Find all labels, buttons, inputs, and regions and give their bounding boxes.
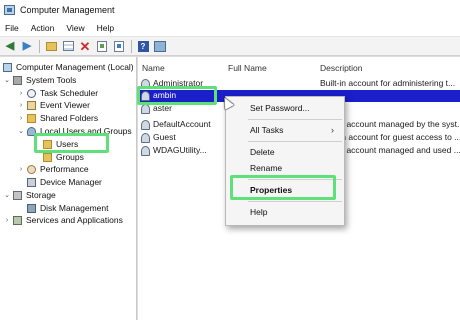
tree-label: Task Scheduler (40, 88, 99, 98)
menu-bar: File Action View Help (0, 20, 460, 37)
user-icon (141, 104, 150, 114)
export-list-icon[interactable] (112, 39, 126, 53)
device-manager-icon (27, 177, 36, 187)
user-icon (141, 133, 150, 143)
toolbar: ◀ ▶ ✕ ? (0, 37, 460, 56)
user-name: Guest (153, 132, 176, 142)
menu-separator (248, 119, 342, 120)
menu-file[interactable]: File (5, 23, 19, 33)
column-header-full-name[interactable]: Full Name (228, 63, 267, 73)
tools-icon (13, 75, 22, 85)
console-icon[interactable] (153, 39, 167, 53)
tree-label: Services and Applications (26, 215, 123, 225)
tree-label: System Tools (26, 75, 77, 85)
computer-icon (3, 62, 12, 72)
menu-separator (248, 201, 342, 202)
tree-label: Device Manager (40, 177, 102, 187)
menu-help[interactable]: Help (97, 23, 114, 33)
tree-item-storage[interactable]: ⌄ Storage (3, 189, 56, 201)
delete-icon[interactable]: ✕ (78, 39, 92, 53)
tree-item-computer-management[interactable]: Computer Management (Local) (3, 61, 134, 73)
navigation-tree: Computer Management (Local) ⌄ System Too… (0, 57, 137, 320)
tree-item-shared-folders[interactable]: › Shared Folders (17, 112, 98, 124)
chevron-right-icon[interactable]: › (3, 217, 11, 224)
services-icon (13, 215, 22, 225)
user-name: WDAGUtility... (153, 145, 207, 155)
storage-icon (13, 190, 22, 200)
tree-item-disk-management[interactable]: Disk Management (27, 202, 109, 214)
event-viewer-icon (27, 100, 36, 110)
context-menu: Set Password... All Tasks › Delete Renam… (225, 96, 345, 226)
clock-icon (27, 88, 36, 98)
computer-management-icon (4, 5, 15, 15)
chevron-right-icon: › (331, 125, 334, 135)
forward-arrow-icon[interactable]: ▶ (20, 39, 34, 53)
tree-item-services-applications[interactable]: › Services and Applications (3, 214, 123, 226)
show-hide-tree-icon[interactable] (61, 39, 75, 53)
column-header-name[interactable]: Name (142, 63, 165, 73)
column-header-description[interactable]: Description (320, 63, 363, 73)
menu-item-all-tasks[interactable]: All Tasks (250, 125, 283, 137)
tree-label: Groups (56, 152, 84, 162)
tree-item-event-viewer[interactable]: › Event Viewer (17, 99, 90, 111)
tree-label: Performance (40, 164, 89, 174)
folder-icon (27, 113, 36, 123)
help-icon[interactable]: ? (136, 39, 150, 53)
chevron-right-icon[interactable]: › (17, 102, 25, 109)
menu-item-delete[interactable]: Delete (250, 147, 275, 159)
folder-icon (43, 152, 52, 162)
tree-item-device-manager[interactable]: Device Manager (27, 176, 102, 188)
disk-icon (27, 203, 36, 213)
properties-icon[interactable] (95, 39, 109, 53)
performance-icon (27, 164, 36, 174)
properties-highlight-box (230, 175, 336, 200)
menu-item-help[interactable]: Help (250, 207, 267, 219)
tree-item-system-tools[interactable]: ⌄ System Tools (3, 74, 76, 86)
tree-label: Event Viewer (40, 100, 90, 110)
menu-item-set-password[interactable]: Set Password... (250, 103, 310, 115)
toolbar-separator (131, 39, 132, 53)
toolbar-separator (39, 39, 40, 53)
tree-item-task-scheduler[interactable]: › Task Scheduler (17, 87, 98, 99)
back-arrow-icon[interactable]: ◀ (3, 39, 17, 53)
tree-item-performance[interactable]: › Performance (17, 163, 89, 175)
menu-action[interactable]: Action (31, 23, 55, 33)
window-title: Computer Management (20, 5, 115, 15)
chevron-down-icon[interactable]: ⌄ (3, 76, 11, 84)
user-name: DefaultAccount (153, 119, 211, 129)
tree-label: Computer Management (Local) (16, 62, 134, 72)
menu-item-rename[interactable]: Rename (250, 163, 282, 175)
column-headers: Name Full Name Description (138, 63, 460, 75)
user-icon (141, 146, 150, 156)
menu-separator (248, 141, 342, 142)
selected-user-highlight-box (137, 86, 217, 105)
tree-label: Disk Management (40, 203, 109, 213)
chevron-down-icon[interactable]: ⌄ (17, 127, 25, 135)
chevron-right-icon[interactable]: › (17, 115, 25, 122)
tree-label: Storage (26, 190, 56, 200)
chevron-down-icon[interactable]: ⌄ (3, 191, 11, 199)
users-highlight-box (34, 133, 109, 153)
tree-label: Shared Folders (40, 113, 99, 123)
menu-view[interactable]: View (66, 23, 84, 33)
title-bar: Computer Management (0, 0, 460, 20)
user-icon (141, 120, 150, 130)
up-folder-icon[interactable] (44, 39, 58, 53)
chevron-right-icon[interactable]: › (17, 90, 25, 97)
user-description: Built-in account for administering t... (320, 78, 456, 88)
chevron-right-icon[interactable]: › (17, 166, 25, 173)
